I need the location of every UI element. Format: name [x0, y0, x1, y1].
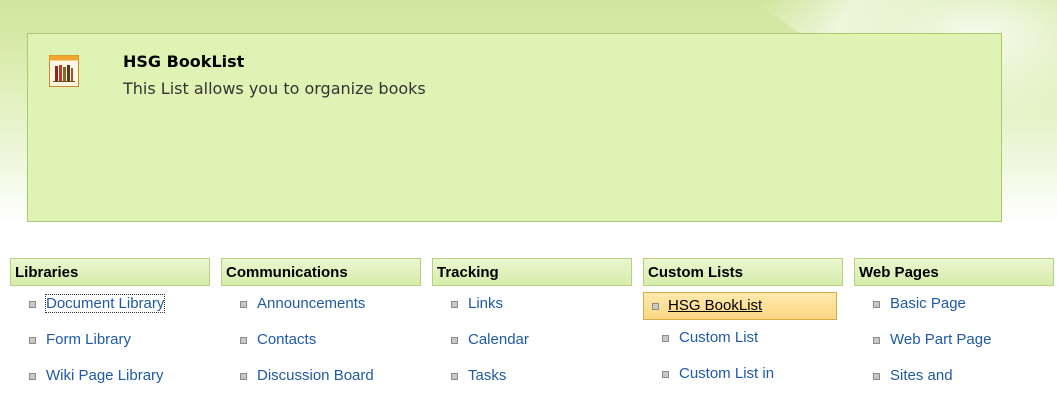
bullet-icon: [873, 301, 880, 308]
bullet-icon: [29, 337, 36, 344]
bullet-icon: [240, 301, 247, 308]
item-link[interactable]: Form Library: [46, 331, 131, 348]
category-list: Announcements Contacts Discussion Board: [221, 286, 421, 394]
item-link[interactable]: Discussion Board: [257, 367, 374, 384]
category-header: Custom Lists: [643, 258, 843, 286]
description-title: HSG BookList: [123, 52, 245, 71]
bullet-icon: [662, 371, 669, 378]
books-list-icon: [49, 55, 79, 87]
item-link[interactable]: Web Part Page: [890, 331, 991, 348]
bullet-icon: [662, 335, 669, 342]
list-item-basic-page[interactable]: Basic Page: [854, 286, 1054, 322]
category-web-pages: Web Pages Basic Page Web Part Page Sites…: [854, 258, 1054, 394]
description-text: This List allows you to organize books: [123, 79, 426, 98]
item-link[interactable]: Basic Page: [890, 295, 966, 312]
list-item-web-part-page[interactable]: Web Part Page: [854, 322, 1054, 358]
item-link[interactable]: Document Library: [44, 294, 166, 313]
list-item-contacts[interactable]: Contacts: [221, 322, 421, 358]
bullet-icon: [451, 337, 458, 344]
list-item-custom-list[interactable]: Custom List: [643, 320, 843, 356]
bullet-icon: [873, 373, 880, 380]
bullet-icon: [652, 303, 659, 310]
bullet-icon: [240, 373, 247, 380]
list-item-custom-list-in[interactable]: Custom List in: [643, 356, 843, 392]
bullet-icon: [240, 337, 247, 344]
bullet-icon: [451, 301, 458, 308]
list-item-announcements[interactable]: Announcements: [221, 286, 421, 322]
description-panel: HSG BookList This List allows you to org…: [27, 33, 1002, 222]
category-list: HSG BookList Custom List Custom List in: [643, 292, 843, 392]
item-link[interactable]: Sites and: [890, 367, 953, 384]
item-link[interactable]: HSG BookList: [668, 297, 762, 314]
bullet-icon: [29, 373, 36, 380]
list-item-tasks[interactable]: Tasks: [432, 358, 632, 394]
item-link[interactable]: Calendar: [468, 331, 529, 348]
category-header: Web Pages: [854, 258, 1054, 286]
list-item-wiki-page-library[interactable]: Wiki Page Library: [10, 358, 210, 394]
item-link[interactable]: Tasks: [468, 367, 506, 384]
category-communications: Communications Announcements Contacts Di…: [221, 258, 421, 394]
category-list: Links Calendar Tasks: [432, 286, 632, 394]
item-link[interactable]: Custom List in: [679, 365, 774, 382]
category-list: Basic Page Web Part Page Sites and: [854, 286, 1054, 394]
category-header: Communications: [221, 258, 421, 286]
list-item-discussion-board[interactable]: Discussion Board: [221, 358, 421, 394]
bullet-icon: [29, 301, 36, 308]
list-item-form-library[interactable]: Form Library: [10, 322, 210, 358]
category-libraries: Libraries Document Library Form Library …: [10, 258, 210, 394]
item-link[interactable]: Announcements: [257, 295, 365, 312]
list-item-hsg-booklist[interactable]: HSG BookList: [643, 292, 837, 320]
category-list: Document Library Form Library Wiki Page …: [10, 286, 210, 394]
category-header: Tracking: [432, 258, 632, 286]
item-link[interactable]: Contacts: [257, 331, 316, 348]
item-link[interactable]: Custom List: [679, 329, 758, 346]
list-item-links[interactable]: Links: [432, 286, 632, 322]
bullet-icon: [451, 373, 458, 380]
category-tracking: Tracking Links Calendar Tasks: [432, 258, 632, 394]
bullet-icon: [873, 337, 880, 344]
item-link[interactable]: Links: [468, 295, 503, 312]
list-item-calendar[interactable]: Calendar: [432, 322, 632, 358]
list-item-sites-and[interactable]: Sites and: [854, 358, 1054, 394]
category-header: Libraries: [10, 258, 210, 286]
list-item-document-library[interactable]: Document Library: [10, 286, 210, 322]
item-link[interactable]: Wiki Page Library: [46, 367, 164, 384]
category-custom-lists: Custom Lists HSG BookList Custom List Cu…: [643, 258, 843, 392]
